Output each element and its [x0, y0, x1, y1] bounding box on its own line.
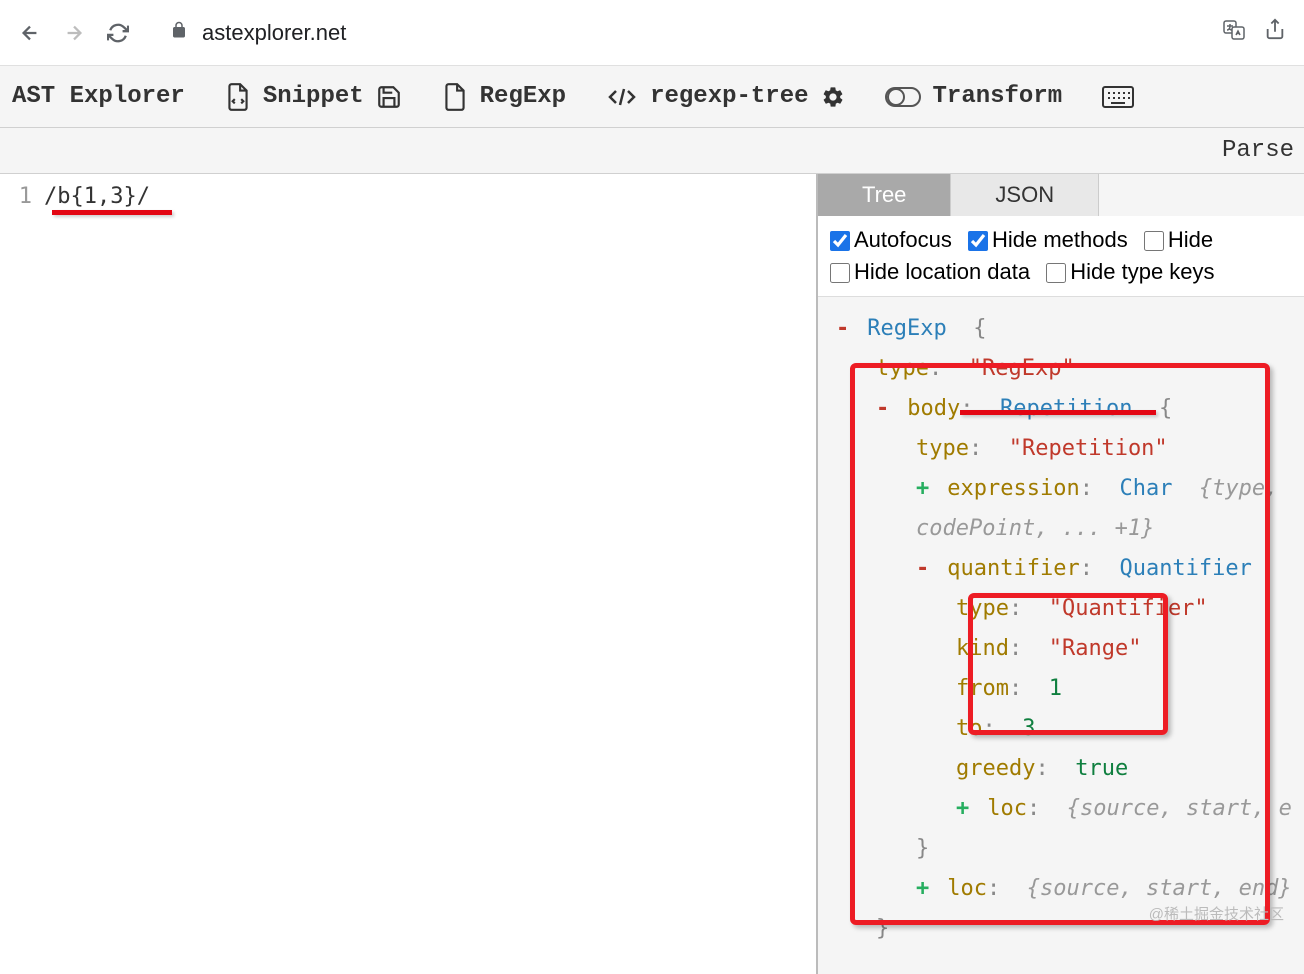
browser-bar: astexplorer.net: [0, 0, 1304, 66]
hide-type-keys-option[interactable]: Hide type keys: [1046, 259, 1214, 284]
subbar: Parse: [0, 128, 1304, 174]
transform-menu[interactable]: Transform: [865, 66, 1083, 127]
share-icon[interactable]: [1264, 18, 1286, 47]
hide-empty-option[interactable]: Hide: [1144, 227, 1213, 252]
panel-options: Autofocus Hide methods Hide Hide locatio…: [818, 216, 1304, 297]
hide-methods-option[interactable]: Hide methods: [968, 227, 1128, 252]
code-editor[interactable]: 1 /b{1,3}/: [0, 174, 818, 974]
hide-location-option[interactable]: Hide location data: [830, 259, 1030, 284]
keyboard-button[interactable]: [1082, 66, 1154, 127]
ast-tree[interactable]: - RegExp { type: "RegExp" - body: Repeti…: [818, 297, 1304, 974]
autofocus-option[interactable]: Autofocus: [830, 227, 952, 252]
translate-icon[interactable]: [1222, 18, 1246, 47]
ast-panel: Tree JSON Autofocus Hide methods Hide Hi…: [818, 174, 1304, 974]
snippet-menu[interactable]: Snippet: [205, 66, 422, 127]
keyboard-icon: [1102, 86, 1134, 108]
reload-button[interactable]: [106, 21, 130, 45]
file-icon: [442, 82, 468, 112]
code-line: /b{1,3}/: [44, 184, 150, 209]
tab-json[interactable]: JSON: [951, 174, 1099, 216]
tab-tree[interactable]: Tree: [818, 174, 951, 216]
watermark: @稀土掘金技术社区: [1149, 903, 1284, 924]
panel-tabs: Tree JSON: [818, 174, 1304, 216]
forward-button[interactable]: [62, 21, 86, 45]
url-text[interactable]: astexplorer.net: [202, 20, 346, 46]
code-icon: [606, 84, 638, 110]
app-toolbar: AST Explorer Snippet RegExp regexp-tree …: [0, 66, 1304, 128]
lock-icon: [170, 21, 188, 44]
toggle-icon: [885, 87, 921, 107]
language-menu[interactable]: RegExp: [422, 66, 586, 127]
brand[interactable]: AST Explorer: [0, 66, 205, 127]
back-button[interactable]: [18, 21, 42, 45]
parser-menu[interactable]: regexp-tree: [586, 66, 864, 127]
gear-icon[interactable]: [821, 85, 845, 109]
code-file-icon: [225, 82, 251, 112]
line-number: 1: [0, 184, 44, 209]
save-icon[interactable]: [376, 84, 402, 110]
